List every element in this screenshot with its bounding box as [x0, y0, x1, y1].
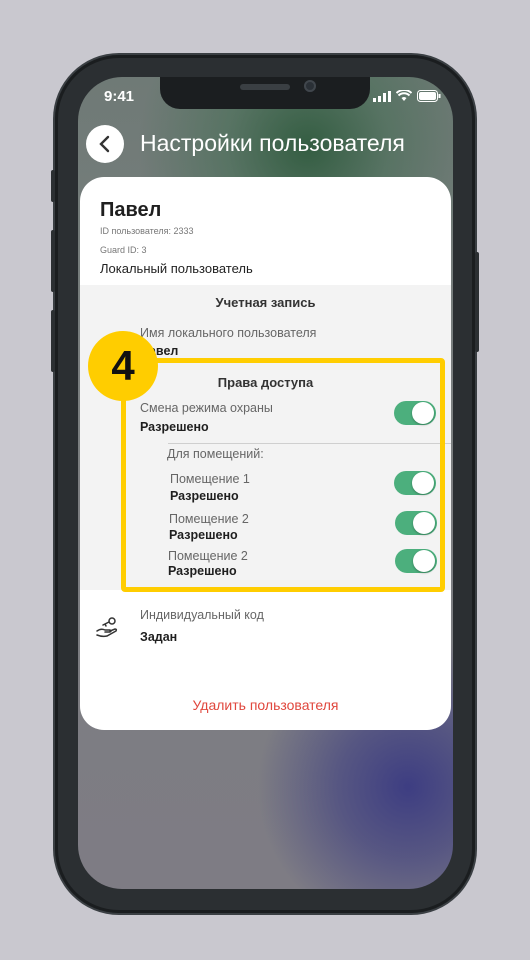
hand-key-icon — [96, 617, 118, 638]
battery-icon — [417, 90, 441, 102]
camera — [304, 80, 316, 92]
speaker — [240, 84, 290, 90]
wifi-icon — [396, 90, 412, 101]
signal-icon — [373, 90, 391, 102]
user-type: Локальный пользователь — [100, 261, 253, 276]
annotation-highlight — [121, 358, 445, 592]
status-icons — [373, 90, 441, 102]
local-name-label: Имя локального пользователя — [140, 326, 317, 340]
page-title: Настройки пользователя — [140, 130, 405, 156]
chevron-left-icon — [99, 135, 110, 153]
code-value: Задан — [140, 630, 178, 644]
guard-id: Guard ID: 3 — [100, 245, 147, 255]
mute-switch — [51, 170, 55, 202]
annotation-badge: 4 — [88, 331, 158, 401]
delete-user-button[interactable]: Удалить пользователя — [80, 697, 451, 713]
account-section-title: Учетная запись — [215, 295, 316, 310]
code-label: Индивидуальный код — [140, 608, 264, 622]
status-time: 9:41 — [104, 88, 135, 105]
user-name: Павел — [100, 199, 162, 221]
volume-up-button — [51, 230, 55, 292]
volume-down-button — [51, 310, 55, 372]
back-button[interactable] — [86, 125, 124, 163]
user-id: ID пользователя: 2333 — [100, 226, 194, 236]
power-button — [475, 252, 479, 352]
notch — [160, 77, 370, 109]
